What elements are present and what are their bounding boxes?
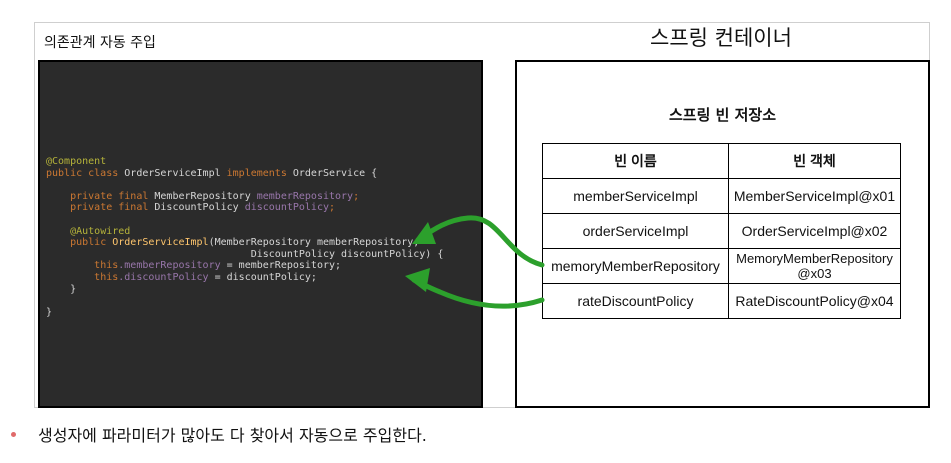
bullet-dot — [11, 432, 16, 437]
arrowhead-discount-policy — [405, 268, 430, 292]
arrow-discount-policy — [411, 277, 545, 309]
arrow-member-repository — [415, 215, 545, 268]
bullet-text: 생성자에 파라미터가 많아도 다 찾아서 자동으로 주입한다. — [38, 426, 427, 445]
injection-arrows — [405, 215, 545, 309]
